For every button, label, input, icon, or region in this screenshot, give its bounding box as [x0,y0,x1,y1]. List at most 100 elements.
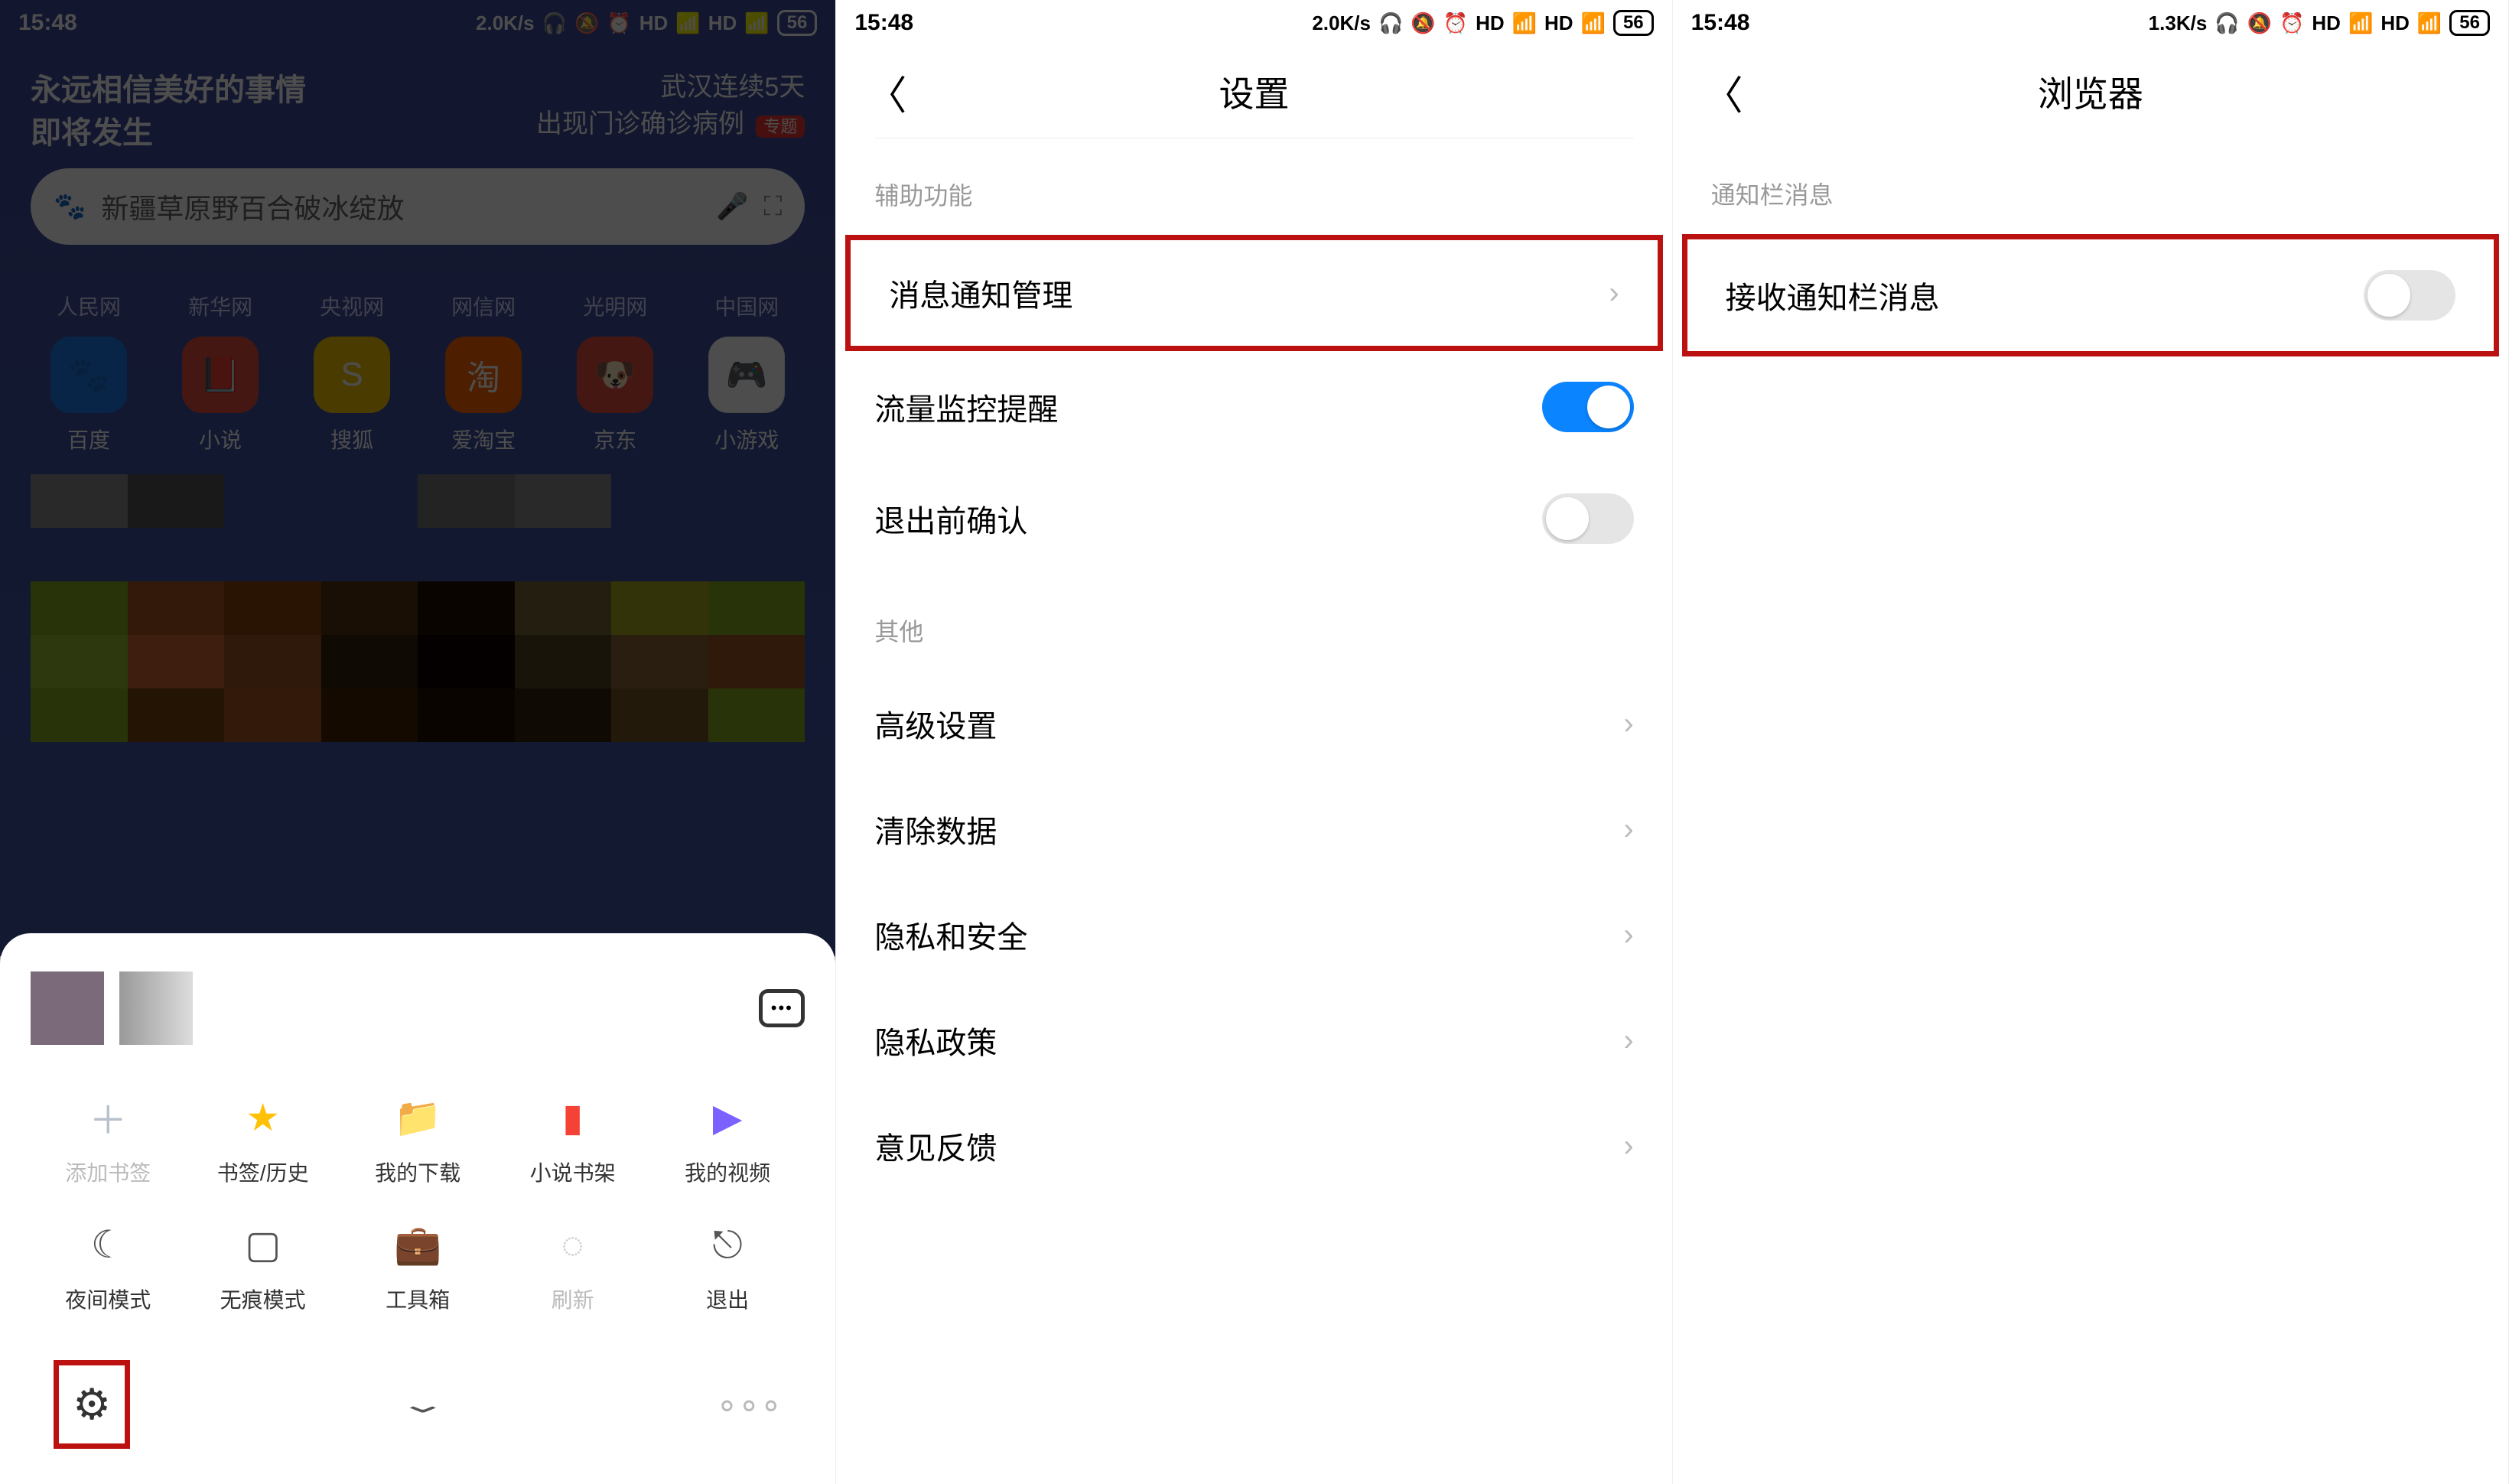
row-label: 意见反馈 [874,1124,997,1168]
sheet-label: 书签/历史 [217,1157,309,1187]
toggle-receive-notif[interactable] [2364,270,2455,321]
status-right: 2.0K/s 🎧 🔕 ⏰ HD 📶 HD 📶 56 [1312,10,1653,36]
refresh-button[interactable]: ◌ 刷新 [495,1218,649,1314]
back-button[interactable]: 〈 [1704,63,1743,121]
nav-header: 〈 设置 [836,46,1671,138]
settings-button[interactable]: ⚙ [54,1360,130,1449]
sheet-label: 添加书签 [65,1157,151,1187]
sheet-label: 夜间模式 [65,1284,151,1314]
play-icon: ▶ [701,1091,754,1144]
row-advanced[interactable]: 高级设置 › [836,671,1671,776]
toolbox-button[interactable]: 💼 工具箱 [340,1218,495,1314]
row-label: 隐私政策 [874,1018,997,1063]
sheet-label: 退出 [706,1284,749,1314]
my-video-button[interactable]: ▶ 我的视频 [650,1091,805,1187]
signal-icon: 📶 [2417,11,2442,35]
share-icon[interactable]: ∘∘∘ [716,1384,782,1425]
screen-settings: 15:48 2.0K/s 🎧 🔕 ⏰ HD 📶 HD 📶 56 〈 设置 辅助功… [836,0,1672,1484]
exit-icon: ⎋ [701,1218,754,1271]
alarm-icon: ⏰ [2280,11,2304,35]
status-speed: 1.3K/s [2149,11,2208,35]
chevron-right-icon: › [1623,707,1633,741]
chevron-right-icon: › [1623,918,1633,952]
sheet-label: 小说书架 [530,1157,616,1187]
sheet-footer: ⚙ ⌄ ∘∘∘ [31,1360,805,1449]
hd-icon: HD [1476,11,1505,35]
row-exit-confirm[interactable]: 退出前确认 [836,463,1671,574]
row-label: 流量监控提醒 [874,385,1058,429]
night-mode-button[interactable]: ☾ 夜间模式 [31,1218,185,1314]
sheet-label: 刷新 [552,1284,594,1314]
sheet-label: 我的视频 [685,1157,770,1187]
sheet-header [31,971,805,1045]
bookshelf-button[interactable]: ▮ 小说书架 [495,1091,649,1187]
chevron-right-icon: › [1623,1129,1633,1163]
chevron-right-icon: › [1609,276,1619,311]
row-clear-data[interactable]: 清除数据 › [836,776,1671,882]
star-icon: ★ [236,1091,290,1144]
row-label: 清除数据 [874,807,997,851]
chevron-right-icon: › [1623,1024,1633,1058]
status-bar: 15:48 1.3K/s 🎧 🔕 ⏰ HD 📶 HD 📶 56 [1673,0,2508,46]
moon-icon: ☾ [81,1218,135,1271]
row-label: 高级设置 [874,701,997,746]
dnd-icon: 🔕 [1411,11,1435,35]
incognito-button[interactable]: ▢ 无痕模式 [185,1218,340,1314]
hd-icon: HD [1544,11,1573,35]
downloads-button[interactable]: 📁 我的下载 [340,1091,495,1187]
hd-icon: HD [2312,11,2341,35]
screen-browser-notif: 15:48 1.3K/s 🎧 🔕 ⏰ HD 📶 HD 📶 56 〈 浏览器 通知… [1673,0,2509,1484]
row-privacy-policy[interactable]: 隐私政策 › [836,988,1671,1093]
battery-icon: 56 [1613,10,1654,36]
dnd-icon: 🔕 [2247,11,2272,35]
row-label: 退出前确认 [874,496,1027,541]
page-title: 设置 [1219,67,1289,117]
status-time: 15:48 [1691,10,1750,36]
sheet-grid: ＋ 添加书签 ★ 书签/历史 📁 我的下载 ▮ 小说书架 ▶ 我的视频 ☾ 夜间 [31,1091,805,1314]
row-receive-notif[interactable]: 接收通知栏消息 [1682,234,2499,356]
exit-button[interactable]: ⎋ 退出 [650,1218,805,1314]
signal-icon: 📶 [1581,11,1606,35]
nav-header: 〈 浏览器 [1673,46,2508,138]
toggle-exit-confirm[interactable] [1542,493,1634,544]
sheet-label: 工具箱 [386,1284,450,1314]
signal-icon: 📶 [1512,11,1537,35]
status-speed: 2.0K/s [1312,11,1371,35]
collapse-icon[interactable]: ⌄ [398,1391,449,1419]
sheet-label: 无痕模式 [220,1284,306,1314]
status-right: 1.3K/s 🎧 🔕 ⏰ HD 📶 HD 📶 56 [2149,10,2490,36]
toolbox-icon: 💼 [391,1218,444,1271]
signal-icon: 📶 [2348,11,2373,35]
row-privacy-security[interactable]: 隐私和安全 › [836,882,1671,988]
headphones-icon: 🎧 [2214,11,2239,35]
user-thumb[interactable] [31,971,104,1045]
folder-icon: 📁 [391,1091,444,1144]
back-button[interactable]: 〈 [867,63,906,121]
alarm-icon: ⏰ [1443,11,1468,35]
hd-icon: HD [2380,11,2410,35]
user-thumb2[interactable] [119,971,193,1045]
page-title: 浏览器 [2038,67,2143,117]
toggle-data-monitor[interactable] [1542,382,1634,432]
headphones-icon: 🎧 [1378,11,1403,35]
row-notification-mgmt[interactable]: 消息通知管理 › [845,235,1662,351]
chevron-right-icon: › [1623,812,1633,847]
row-data-monitor[interactable]: 流量监控提醒 [836,351,1671,463]
book-icon: ▮ [546,1091,600,1144]
screen-browser-home: 15:48 2.0K/s 🎧 🔕 ⏰ HD 📶 HD 📶 56 永远相信美好的事… [0,0,836,1484]
row-label: 隐私和安全 [874,913,1027,957]
add-bookmark-button[interactable]: ＋ 添加书签 [31,1091,185,1187]
messages-icon[interactable] [759,989,805,1027]
section-label: 通知栏消息 [1673,138,2508,234]
refresh-icon: ◌ [546,1218,600,1271]
incognito-icon: ▢ [236,1218,290,1271]
battery-icon: 56 [2449,10,2490,36]
status-bar: 15:48 2.0K/s 🎧 🔕 ⏰ HD 📶 HD 📶 56 [836,0,1671,46]
row-feedback[interactable]: 意见反馈 › [836,1093,1671,1199]
gear-icon: ⚙ [73,1380,111,1428]
row-label: 接收通知栏消息 [1726,273,1940,317]
bookmarks-history-button[interactable]: ★ 书签/历史 [185,1091,340,1187]
section-label: 辅助功能 [836,138,1671,235]
sheet-label: 我的下载 [375,1157,460,1187]
plus-icon: ＋ [81,1091,135,1144]
